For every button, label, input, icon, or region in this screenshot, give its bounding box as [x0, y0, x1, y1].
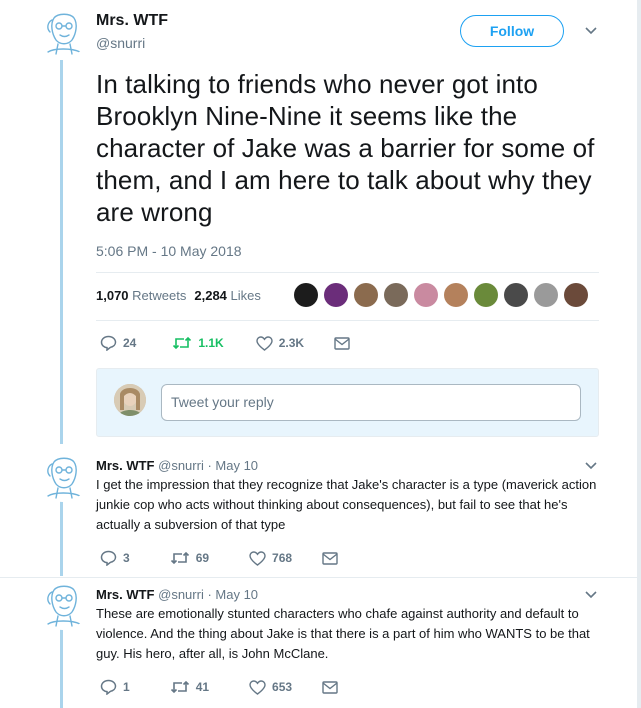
like-action[interactable]: 768: [249, 550, 293, 566]
retweets-stat[interactable]: 1,070 Retweets: [96, 288, 186, 303]
retweet-action[interactable]: 69: [170, 551, 209, 565]
reply-header: Mrs. WTF @snurri · May 10: [96, 458, 258, 473]
user-photo-icon: [114, 384, 146, 416]
liker-avatar[interactable]: [474, 283, 498, 307]
thread-line: [60, 60, 63, 444]
reply-input[interactable]: Tweet your reply: [161, 384, 581, 421]
sketch-face-icon: [47, 457, 81, 499]
reply-author-name[interactable]: Mrs. WTF: [96, 587, 155, 602]
thread-line: [60, 626, 63, 708]
reply-author-handle[interactable]: @snurri: [158, 458, 204, 473]
reply-author-name[interactable]: Mrs. WTF: [96, 458, 155, 473]
liker-avatar[interactable]: [534, 283, 558, 307]
tweet-page: Mrs. WTF @snurri Follow In talking to fr…: [0, 0, 641, 708]
tweet-timestamp[interactable]: 5:06 PM - 10 May 2018: [96, 243, 242, 259]
viewer-avatar[interactable]: [114, 384, 146, 416]
liker-avatar[interactable]: [444, 283, 468, 307]
like-count: 2.3K: [278, 336, 305, 350]
tweet-text: In talking to friends who never got into…: [96, 69, 595, 227]
heart-icon: [249, 550, 266, 566]
reply-icon: [100, 335, 117, 351]
heart-icon: [249, 679, 266, 695]
retweet-action[interactable]: 41: [170, 680, 209, 694]
reply-action[interactable]: 3: [100, 550, 130, 566]
thread-line: [60, 498, 63, 576]
retweet-count: 41: [195, 680, 210, 694]
author-name[interactable]: Mrs. WTF: [96, 12, 168, 30]
reply-date[interactable]: · May 10: [207, 458, 258, 473]
liker-avatar[interactable]: [504, 283, 528, 307]
reply-actions: 1 41 653: [100, 679, 366, 695]
author-handle[interactable]: @snurri: [96, 35, 145, 51]
reply-count: 24: [123, 336, 137, 350]
message-action[interactable]: [322, 551, 338, 565]
reply-author-avatar[interactable]: [38, 580, 88, 630]
retweet-icon: [173, 336, 192, 350]
follow-button[interactable]: Follow: [460, 15, 564, 47]
reply-header: Mrs. WTF @snurri · May 10: [96, 587, 258, 602]
retweet-icon: [170, 551, 189, 565]
divider: [96, 320, 599, 321]
divider: [96, 272, 599, 273]
reply-icon: [100, 679, 117, 695]
reply-author-handle[interactable]: @snurri: [158, 587, 204, 602]
tweet-stats: 1,070 Retweets 2,284 Likes: [96, 288, 261, 303]
reply-action[interactable]: 24: [100, 335, 136, 351]
reply-date[interactable]: · May 10: [207, 587, 258, 602]
scrollbar[interactable]: [637, 0, 641, 708]
message-action[interactable]: [322, 680, 338, 694]
likes-stat[interactable]: 2,284 Likes: [194, 288, 261, 303]
author-avatar[interactable]: [38, 8, 88, 58]
chevron-down-icon[interactable]: [584, 590, 598, 600]
like-count: 768: [272, 551, 293, 565]
reply-action[interactable]: 1: [100, 679, 130, 695]
like-action[interactable]: 2.3K: [256, 335, 305, 351]
reply-count: 1: [123, 680, 130, 694]
liker-avatar[interactable]: [324, 283, 348, 307]
envelope-icon: [322, 680, 338, 694]
liker-avatar[interactable]: [354, 283, 378, 307]
envelope-icon: [334, 336, 350, 350]
sketch-face-icon: [47, 585, 81, 627]
reply-author-avatar[interactable]: [38, 452, 88, 502]
reply-actions: 3 69 768: [100, 550, 366, 566]
retweet-action[interactable]: 1.1K: [172, 336, 224, 350]
liker-avatar[interactable]: [564, 283, 588, 307]
retweet-icon: [170, 680, 189, 694]
sketch-face-icon: [47, 13, 81, 55]
message-action[interactable]: [334, 336, 350, 350]
divider: [0, 577, 637, 578]
liker-avatar[interactable]: [384, 283, 408, 307]
retweet-count: 1.1K: [198, 336, 224, 350]
tweet-actions: 24 1.1K 2.3K: [100, 335, 378, 351]
liker-avatar[interactable]: [414, 283, 438, 307]
envelope-icon: [322, 551, 338, 565]
like-action[interactable]: 653: [249, 679, 293, 695]
retweet-count: 69: [195, 551, 210, 565]
chevron-down-icon[interactable]: [584, 26, 598, 36]
liker-avatar[interactable]: [294, 283, 318, 307]
like-count: 653: [272, 680, 293, 694]
reply-text: These are emotionally stunted characters…: [96, 606, 590, 661]
chevron-down-icon[interactable]: [584, 461, 598, 471]
reply-composer: Tweet your reply: [96, 368, 599, 437]
heart-icon: [256, 335, 273, 351]
reply-icon: [100, 550, 117, 566]
reply-count: 3: [123, 551, 130, 565]
likers-avatars[interactable]: [294, 283, 588, 307]
reply-text: I get the impression that they recognize…: [96, 477, 597, 532]
